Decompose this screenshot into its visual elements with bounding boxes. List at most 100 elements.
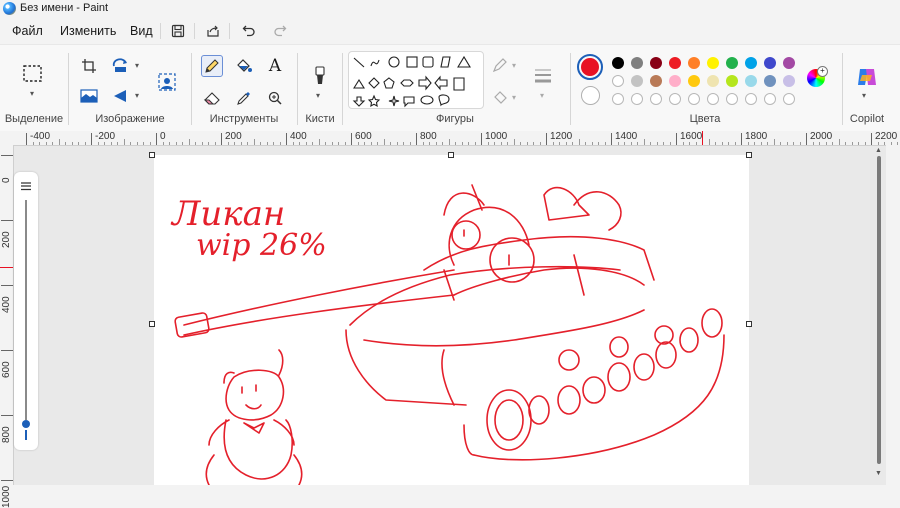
menu-view[interactable]: Вид — [128, 22, 155, 40]
ruler-minor-tick — [552, 142, 554, 145]
undo-icon[interactable] — [239, 21, 259, 41]
chevron-down-icon[interactable]: ▾ — [512, 93, 516, 102]
ruler-minor-tick — [526, 142, 528, 145]
chevron-down-icon[interactable]: ▾ — [862, 91, 866, 100]
size-slider-thumb[interactable] — [22, 420, 30, 428]
ruler-minor-tick — [487, 142, 489, 145]
ruler-minor-tick — [214, 142, 216, 145]
chevron-down-icon[interactable]: ▾ — [30, 89, 34, 98]
chevron-down-icon[interactable]: ▾ — [540, 91, 544, 100]
drawing-canvas[interactable]: Ликан wip 26% — [154, 155, 749, 486]
ruler-minor-tick — [767, 142, 768, 145]
palette-swatch[interactable] — [612, 75, 624, 87]
ruler-minor-tick — [721, 142, 723, 145]
custom-color-slot[interactable] — [764, 93, 776, 105]
ruler-minor-tick — [624, 142, 625, 145]
palette-swatch[interactable] — [764, 57, 776, 69]
palette-swatch[interactable] — [612, 57, 624, 69]
ruler-minor-tick — [858, 142, 859, 145]
shape-outline-icon[interactable] — [490, 55, 512, 77]
custom-color-slot[interactable] — [688, 93, 700, 105]
ruler-minor-tick — [32, 142, 34, 145]
shapes-gallery-icons[interactable] — [349, 52, 483, 108]
shape-fill-icon[interactable] — [490, 87, 512, 109]
palette-swatch[interactable] — [783, 75, 795, 87]
group-divider — [191, 53, 192, 125]
custom-color-slot[interactable] — [707, 93, 719, 105]
pencil-tool-icon[interactable] — [201, 55, 223, 77]
brush-icon[interactable] — [309, 65, 331, 87]
size-slider-track[interactable] — [25, 200, 27, 420]
ruler-minor-tick — [708, 139, 710, 145]
menu-edit[interactable]: Изменить — [58, 22, 118, 40]
palette-swatch[interactable] — [764, 75, 776, 87]
fill-tool-icon[interactable] — [233, 55, 255, 77]
line-width-icon[interactable] — [532, 65, 554, 87]
share-icon[interactable] — [203, 21, 223, 41]
edit-colors-icon[interactable]: + — [807, 66, 828, 87]
text-tool-icon[interactable]: A — [264, 55, 286, 77]
resize-handle-top[interactable] — [448, 152, 454, 158]
palette-swatch[interactable] — [688, 75, 700, 87]
palette-swatch[interactable] — [707, 75, 719, 87]
select-tool-icon[interactable] — [22, 63, 44, 88]
menu-divider — [229, 23, 230, 39]
chevron-down-icon[interactable]: ▾ — [135, 61, 139, 70]
custom-color-slot[interactable] — [783, 93, 795, 105]
primary-color-selector[interactable] — [577, 54, 603, 80]
custom-color-slot[interactable] — [612, 93, 624, 105]
ruler-minor-tick — [715, 142, 716, 145]
ruler-minor-tick — [208, 142, 209, 145]
scroll-down-arrow-icon[interactable]: ▼ — [875, 470, 882, 477]
copilot-icon[interactable] — [856, 67, 878, 90]
ruler-tick — [481, 133, 482, 145]
palette-swatch[interactable] — [669, 75, 681, 87]
rotate-icon[interactable] — [110, 85, 132, 107]
scroll-up-arrow-icon[interactable]: ▲ — [875, 147, 882, 154]
group-label-copilot: Copilot — [849, 113, 885, 125]
color-picker-icon[interactable] — [233, 87, 255, 109]
ruler-minor-tick — [364, 142, 365, 145]
chevron-down-icon[interactable]: ▾ — [316, 91, 320, 100]
custom-color-slot[interactable] — [726, 93, 738, 105]
palette-swatch[interactable] — [726, 57, 738, 69]
magnifier-icon[interactable] — [264, 87, 286, 109]
resize-icon[interactable] — [110, 55, 132, 77]
custom-color-slot[interactable] — [650, 93, 662, 105]
image-properties-icon[interactable] — [78, 85, 100, 107]
eraser-tool-icon[interactable] — [201, 87, 223, 109]
resize-handle-left[interactable] — [149, 321, 155, 327]
chevron-down-icon[interactable]: ▾ — [135, 91, 139, 100]
palette-swatch[interactable] — [745, 75, 757, 87]
secondary-color-swatch[interactable] — [581, 86, 600, 105]
resize-handle-top-right[interactable] — [746, 152, 752, 158]
palette-swatch[interactable] — [631, 57, 643, 69]
palette-swatch[interactable] — [650, 75, 662, 87]
resize-handle-right[interactable] — [746, 321, 752, 327]
chevron-down-icon[interactable]: ▾ — [512, 61, 516, 70]
palette-swatch[interactable] — [726, 75, 738, 87]
shapes-gallery — [348, 51, 484, 109]
palette-swatch[interactable] — [631, 75, 643, 87]
ruler-tick — [1, 220, 13, 221]
ruler-label: 2200 — [875, 131, 898, 142]
custom-color-slot[interactable] — [669, 93, 681, 105]
save-icon[interactable] — [168, 21, 188, 41]
window-title: Без имени - Paint — [20, 2, 109, 14]
ruler-minor-tick — [442, 142, 443, 145]
redo-icon[interactable] — [270, 21, 290, 41]
palette-swatch[interactable] — [783, 57, 795, 69]
menu-file[interactable]: Файл — [10, 22, 45, 40]
palette-swatch[interactable] — [669, 57, 681, 69]
ruler-minor-tick — [643, 139, 645, 145]
crop-icon[interactable] — [78, 55, 100, 77]
palette-swatch[interactable] — [745, 57, 757, 69]
palette-swatch[interactable] — [650, 57, 662, 69]
scrollbar-thumb[interactable] — [877, 156, 881, 464]
remove-background-icon[interactable] — [156, 71, 178, 93]
custom-color-slot[interactable] — [745, 93, 757, 105]
resize-handle-top-left[interactable] — [149, 152, 155, 158]
palette-swatch[interactable] — [707, 57, 719, 69]
palette-swatch[interactable] — [688, 57, 700, 69]
custom-color-slot[interactable] — [631, 93, 643, 105]
